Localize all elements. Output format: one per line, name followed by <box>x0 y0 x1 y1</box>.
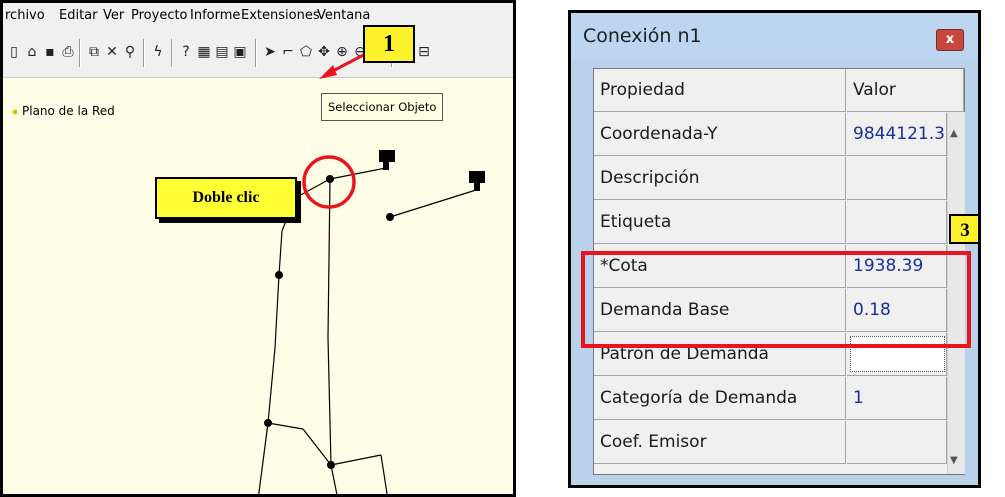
property-value[interactable] <box>847 201 947 244</box>
junction-property-dialog: Conexión n1 x Propiedad Valor Coordenada… <box>568 10 981 488</box>
step-1-label: 1 <box>363 25 415 63</box>
property-label: Coef. Emisor <box>594 421 846 464</box>
property-label: Descripción <box>594 157 846 200</box>
table-row[interactable]: Coordenada-Y 9844121.3 <box>594 113 964 157</box>
property-label: Coordenada-Y <box>594 113 846 156</box>
close-button[interactable]: x <box>936 29 964 51</box>
tooltip-select-object: Seleccionar Objeto <box>321 93 444 121</box>
property-value[interactable] <box>847 157 947 200</box>
property-value[interactable] <box>847 421 947 464</box>
map-title: Plano de la Red <box>13 104 115 118</box>
table-row[interactable]: Categoría de Demanda 1 <box>594 377 964 421</box>
property-value[interactable]: 1 <box>847 377 947 420</box>
property-label: Categoría de Demanda <box>594 377 846 420</box>
header-value: Valor <box>847 69 964 112</box>
network-map[interactable] <box>3 3 516 497</box>
table-row[interactable]: Coef. Emisor <box>594 421 964 465</box>
epanet-main-window: rchivo Editar Ver Proyecto Informe Exten… <box>0 0 516 497</box>
dialog-title: Conexión n1 <box>583 25 702 47</box>
elevation-demand-highlight <box>581 251 971 348</box>
scroll-up-icon[interactable]: ▲ <box>950 128 958 139</box>
scroll-down-icon[interactable]: ▼ <box>950 455 958 466</box>
double-click-label: Doble clic <box>155 177 297 219</box>
dialog-titlebar[interactable]: Conexión n1 x <box>571 13 978 61</box>
map-title-label: Plano de la Red <box>22 104 115 118</box>
grid-header-row: Propiedad Valor <box>594 69 964 113</box>
header-property: Propiedad <box>594 69 846 112</box>
step-3-label: 3 <box>949 214 978 244</box>
property-label: Etiqueta <box>594 201 846 244</box>
reservoir-icon[interactable] <box>379 150 485 191</box>
close-icon: x <box>945 32 955 47</box>
table-row[interactable]: Descripción <box>594 157 964 201</box>
property-value[interactable]: 9844121.3 <box>847 113 947 156</box>
table-row[interactable]: Etiqueta <box>594 201 964 245</box>
